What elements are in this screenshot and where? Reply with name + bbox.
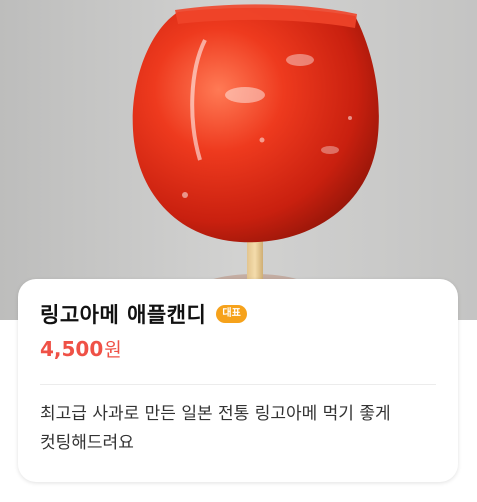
product-title: 링고아메 애플캔디 — [40, 303, 207, 327]
product-price: 4,500 — [40, 337, 104, 361]
product-description: 최고급 사과로 만든 일본 전통 링고아메 먹기 좋게 컷팅해드려요 — [40, 404, 391, 453]
product-info-card: 링고아메 애플캔디 대표 4,500 원 최고급 사과로 만든 일본 전통 링고… — [18, 279, 458, 482]
title-row: 링고아메 애플캔디 대표 — [40, 299, 247, 329]
divider — [40, 384, 436, 385]
price-row: 4,500 원 — [40, 335, 122, 362]
price-currency: 원 — [104, 339, 122, 361]
product-photo — [0, 0, 477, 320]
representative-badge: 대표 — [216, 305, 247, 323]
product-detail-page: 링고아메 애플캔디 대표 4,500 원 최고급 사과로 만든 일본 전통 링고… — [0, 0, 477, 502]
candy-apple-image — [0, 0, 477, 320]
